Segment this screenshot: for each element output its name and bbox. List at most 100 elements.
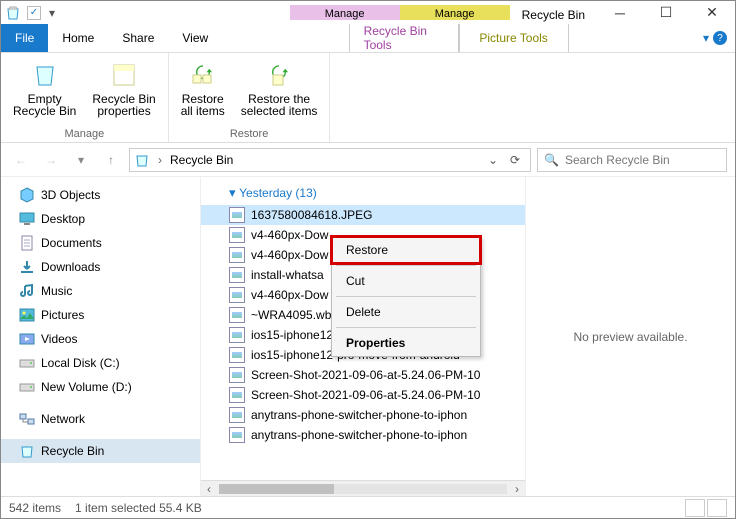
qat-properties-icon[interactable]: ✓ [27,6,41,20]
tab-picture-tools[interactable]: Picture Tools [459,24,569,52]
sidebar-item-label: Music [41,284,72,298]
file-name: anytrans-phone-switcher-phone-to-iphon [251,408,467,422]
tab-file[interactable]: File [1,24,48,52]
file-row[interactable]: Screen-Shot-2021-09-06-at-5.24.06-PM-10 [201,385,525,405]
help-dropdown-icon[interactable]: ▾ ? [695,24,735,52]
context-menu: Restore Cut Delete Properties [331,236,481,357]
recycle-bin-icon [5,5,21,21]
refresh-button[interactable]: ⟳ [504,149,526,171]
pic-icon [19,307,35,323]
view-details-button[interactable] [685,499,705,517]
search-input[interactable]: 🔍 Search Recycle Bin [537,148,727,172]
view-large-icons-button[interactable] [707,499,727,517]
restore-selected-button[interactable]: Restore the selected items [237,57,322,126]
doc-icon [19,235,35,251]
sidebar-item-label: Downloads [41,260,100,274]
file-name: 1637580084618.JPEG [251,208,372,222]
file-icon [229,407,245,423]
restore-selected-icon [263,59,295,91]
file-name: ~WRA4095.wb [251,308,331,322]
search-placeholder: Search Recycle Bin [565,153,670,167]
disk-icon [19,355,35,371]
horizontal-scrollbar[interactable]: ‹ › [201,480,525,496]
context-delete[interactable]: Delete [332,299,480,325]
sidebar-item[interactable]: Music [1,279,200,303]
sidebar-item-network[interactable]: Network [1,407,200,431]
file-row[interactable]: Screen-Shot-2021-09-06-at-5.24.06-PM-10 [201,365,525,385]
preview-pane: No preview available. [525,177,735,496]
file-name: v4-460px-Dow [251,228,328,242]
restore-selected-label: Restore the selected items [241,93,318,117]
preview-message: No preview available. [573,330,687,344]
context-restore[interactable]: Restore [332,237,480,263]
file-icon [229,367,245,383]
sidebar-item[interactable]: Desktop [1,207,200,231]
restore-all-icon [187,59,219,91]
empty-recycle-bin-button[interactable]: Empty Recycle Bin [9,57,80,126]
nav-forward-button[interactable]: → [39,148,63,172]
sidebar-item-recycle-bin[interactable]: Recycle Bin [1,439,200,463]
search-icon: 🔍 [544,153,559,167]
address-location[interactable]: Recycle Bin [170,153,233,167]
context-properties[interactable]: Properties [332,330,480,356]
vid-icon [19,331,35,347]
separator [336,296,476,297]
file-name: v4-460px-Dow [251,248,328,262]
separator [336,265,476,266]
restore-all-label: Restore all items [181,93,225,117]
file-name: v4-460px-Dow [251,288,328,302]
separator [336,327,476,328]
context-cut[interactable]: Cut [332,268,480,294]
recycle-bin-properties-button[interactable]: Recycle Bin properties [88,57,159,126]
navigation-pane: 3D Objects Desktop Documents Downloads Music… [1,177,201,496]
status-bar: 542 items 1 item selected 55.4 KB [1,496,735,518]
tab-share[interactable]: Share [108,24,168,52]
sidebar-item[interactable]: 3D Objects [1,183,200,207]
sidebar-item[interactable]: Documents [1,231,200,255]
file-icon [229,247,245,263]
window-title: Recycle Bin [510,4,597,22]
qat-dropdown-icon[interactable]: ▾ [47,6,57,20]
file-row[interactable]: 1637580084618.JPEG [201,205,525,225]
ribbon-group-restore-label: Restore [177,126,322,140]
tab-recycle-bin-tools[interactable]: Recycle Bin Tools [349,24,459,52]
scroll-thumb[interactable] [219,484,334,494]
sidebar-item-label: Desktop [41,212,85,226]
file-row[interactable]: anytrans-phone-switcher-phone-to-iphon [201,425,525,445]
file-name: install-whatsa [251,268,324,282]
sidebar-item[interactable]: Videos [1,327,200,351]
sidebar-item-label: Local Disk (C:) [41,356,120,370]
sidebar-item[interactable]: Local Disk (C:) [1,351,200,375]
nav-back-button[interactable]: ← [9,148,33,172]
chevron-right-icon[interactable]: › [156,153,164,167]
tab-view[interactable]: View [168,24,222,52]
address-box[interactable]: › Recycle Bin ⌄ ⟳ [129,148,531,172]
scroll-right-icon[interactable]: › [509,482,525,496]
contextual-group-recycle: Manage [290,5,400,20]
file-icon [229,287,245,303]
file-icon [229,427,245,443]
titlebar: ✓ ▾ Manage Manage Recycle Bin ─ ☐ ✕ File… [1,1,735,53]
file-icon [229,347,245,363]
address-bar: ← → ▾ ↑ › Recycle Bin ⌄ ⟳ 🔍 Search Recyc… [1,143,735,177]
file-icon [229,267,245,283]
sidebar-item[interactable]: New Volume (D:) [1,375,200,399]
minimize-button[interactable]: ─ [597,4,643,21]
group-header[interactable]: ▾ Yesterday (13) [201,177,525,205]
file-row[interactable]: anytrans-phone-switcher-phone-to-iphon [201,405,525,425]
sidebar-item[interactable]: Downloads [1,255,200,279]
maximize-button[interactable]: ☐ [643,4,689,21]
close-button[interactable]: ✕ [689,4,735,21]
sidebar-item-label: New Volume (D:) [41,380,132,394]
file-icon [229,387,245,403]
ribbon-group-manage-label: Manage [9,126,160,140]
recycle-bin-icon [134,152,150,168]
nav-up-button[interactable]: ↑ [99,148,123,172]
tab-home[interactable]: Home [48,24,108,52]
bin-properties-label: Recycle Bin properties [92,93,155,117]
scroll-left-icon[interactable]: ‹ [201,482,217,496]
address-dropdown-icon[interactable]: ⌄ [482,149,504,171]
nav-history-dropdown[interactable]: ▾ [69,148,93,172]
restore-all-button[interactable]: Restore all items [177,57,229,126]
sidebar-item[interactable]: Pictures [1,303,200,327]
